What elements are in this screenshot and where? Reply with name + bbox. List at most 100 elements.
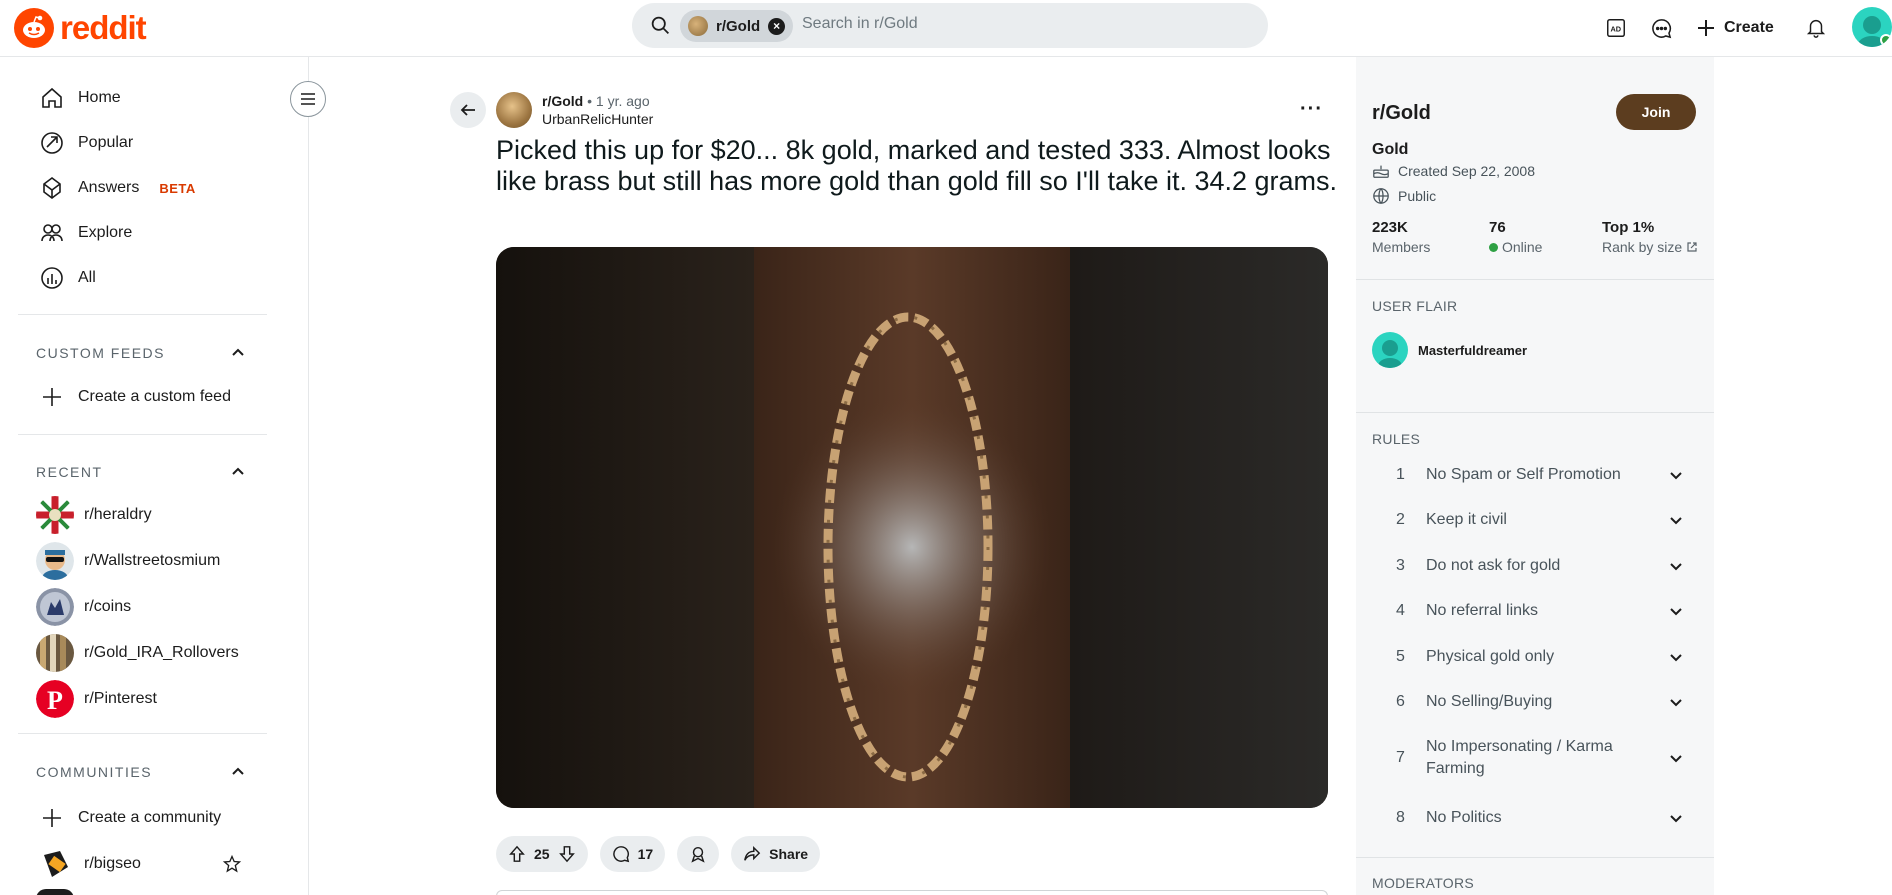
- rule-number: 5: [1396, 648, 1405, 665]
- advertise-icon[interactable]: AD: [1604, 11, 1628, 45]
- stat-members: 223K Members: [1372, 219, 1430, 255]
- stat-label-row: Online: [1489, 239, 1542, 255]
- community-created: Created Sep 22, 2008: [1372, 162, 1535, 180]
- chevron-down-icon: [1666, 468, 1686, 482]
- rule-text: Do not ask for gold: [1426, 557, 1561, 574]
- upvote-icon[interactable]: [508, 845, 526, 863]
- nav-item-home[interactable]: Home: [40, 86, 121, 110]
- post-title: Picked this up for $20... 8k gold, marke…: [496, 135, 1338, 196]
- community-item-label: r/bigseo: [84, 855, 141, 872]
- answers-icon: [43, 177, 61, 199]
- share-button[interactable]: Share: [731, 836, 821, 872]
- search-bar[interactable]: r/Gold ×: [632, 3, 1268, 48]
- nav-item-explore[interactable]: Explore: [40, 221, 132, 245]
- join-button[interactable]: Join: [1616, 94, 1696, 130]
- nav-item-label: Explore: [78, 224, 133, 241]
- collapse-sidebar-button[interactable]: [290, 81, 326, 117]
- back-button[interactable]: [450, 92, 486, 128]
- stat-value: 223K: [1372, 219, 1408, 236]
- external-link-icon: [1687, 242, 1697, 252]
- nav-item-popular[interactable]: Popular: [40, 131, 133, 155]
- left-sidebar: Home Popular Answers BETA Explore All CU…: [0, 57, 309, 895]
- rule-number: 6: [1396, 693, 1405, 710]
- recent-item-wallstreetosmium[interactable]: r/Wallstreetosmium: [36, 542, 220, 580]
- rule-item[interactable]: 1 No Spam or Self Promotion: [1396, 464, 1686, 486]
- recent-item-pinterest[interactable]: P r/Pinterest: [36, 680, 157, 718]
- more-options-icon[interactable]: ···: [1300, 98, 1323, 121]
- downvote-icon[interactable]: [558, 845, 576, 863]
- stat-label: Online: [1502, 239, 1543, 255]
- nav-item-label: Answers: [78, 179, 140, 196]
- create-custom-feed-button[interactable]: Create a custom feed: [40, 385, 231, 409]
- rule-item[interactable]: 5 Physical gold only: [1396, 646, 1686, 668]
- chevron-down-icon: [1666, 811, 1686, 825]
- rule-number: 3: [1396, 557, 1405, 574]
- comment-box[interactable]: [496, 890, 1328, 895]
- search-scope-chip[interactable]: r/Gold ×: [680, 10, 794, 42]
- globe-icon: [1373, 188, 1389, 204]
- create-community-button[interactable]: Create a community: [40, 806, 221, 830]
- reddit-logo[interactable]: reddit: [14, 8, 147, 48]
- rule-number: 2: [1396, 511, 1405, 528]
- rule-item[interactable]: 4 No referral links: [1396, 600, 1686, 622]
- share-icon: [744, 845, 761, 861]
- home-icon: [42, 87, 62, 108]
- star-icon[interactable]: [222, 854, 242, 874]
- comment-count: 17: [637, 846, 654, 862]
- rule-item[interactable]: 2 Keep it civil: [1396, 509, 1686, 531]
- award-button[interactable]: [677, 836, 720, 872]
- rule-text: No Politics: [1426, 809, 1502, 826]
- logo-wordmark: reddit: [60, 9, 147, 46]
- recent-item-coins[interactable]: r/coins: [36, 588, 131, 626]
- rule-item[interactable]: 6 No Selling/Buying: [1396, 691, 1686, 713]
- plus-icon: [43, 388, 61, 406]
- nav-item-label: Popular: [78, 134, 134, 151]
- rule-text: No referral links: [1426, 602, 1539, 619]
- user-flair[interactable]: Masterfuldreamer: [1372, 332, 1527, 368]
- rule-item[interactable]: 7 No Impersonating / Karma Farming: [1396, 736, 1686, 780]
- recent-item-label: r/Wallstreetosmium: [84, 552, 221, 569]
- communities-heading: COMMUNITIES: [36, 764, 153, 780]
- sidebar-divider: [1356, 412, 1714, 413]
- community-sidebar: r/Gold Join Gold Created Sep 22, 2008 Pu…: [1356, 57, 1714, 895]
- community-item-bigseo[interactable]: r/bigseo: [36, 845, 242, 883]
- notifications-bell-icon[interactable]: [1804, 11, 1828, 45]
- rule-text: No Spam or Self Promotion: [1426, 466, 1621, 483]
- subreddit-avatar: [36, 496, 74, 534]
- flair-avatar: [1372, 332, 1408, 368]
- nav-item-all[interactable]: All: [40, 266, 96, 290]
- post-subreddit-link[interactable]: r/Gold: [542, 93, 583, 109]
- recent-header[interactable]: RECENT: [36, 464, 246, 480]
- community-display-name: Gold: [1372, 141, 1409, 158]
- sidebar-divider: [18, 733, 267, 734]
- rule-item[interactable]: 8 No Politics: [1396, 807, 1686, 829]
- custom-feeds-header[interactable]: CUSTOM FEEDS: [36, 345, 246, 361]
- post-time: 1 yr. ago: [595, 93, 650, 109]
- cake-icon: [1373, 165, 1389, 178]
- stat-value: Top 1%: [1602, 219, 1655, 236]
- subreddit-avatar: [36, 542, 74, 580]
- community-title: r/Gold: [1372, 102, 1431, 124]
- post-author-link[interactable]: UrbanRelicHunter: [542, 111, 653, 127]
- recent-item-gold-ira-rollovers[interactable]: r/Gold_IRA_Rollovers: [36, 634, 239, 672]
- recent-item-label: r/coins: [84, 598, 132, 615]
- chevron-down-icon: [1666, 559, 1686, 573]
- comments-button[interactable]: 17: [599, 836, 666, 872]
- chevron-up-icon: [232, 348, 244, 356]
- stat-label-row[interactable]: Rank by size: [1602, 239, 1698, 255]
- subreddit-avatar: [688, 16, 708, 36]
- nav-item-answers[interactable]: Answers BETA: [40, 176, 196, 200]
- subreddit-avatar: [36, 588, 74, 626]
- recent-item-heraldry[interactable]: r/heraldry: [36, 496, 152, 534]
- chat-icon[interactable]: [1649, 11, 1673, 45]
- communities-header[interactable]: COMMUNITIES: [36, 764, 246, 780]
- subreddit-avatar[interactable]: [496, 92, 532, 128]
- search-input[interactable]: [802, 15, 1222, 33]
- beta-badge: BETA: [159, 180, 196, 196]
- create-button[interactable]: Create: [1696, 11, 1774, 45]
- user-avatar[interactable]: [1852, 7, 1892, 47]
- plus-icon: [1698, 20, 1714, 36]
- post-image[interactable]: [496, 247, 1328, 808]
- rule-item[interactable]: 3 Do not ask for gold: [1396, 555, 1686, 577]
- clear-scope-icon[interactable]: ×: [768, 17, 786, 35]
